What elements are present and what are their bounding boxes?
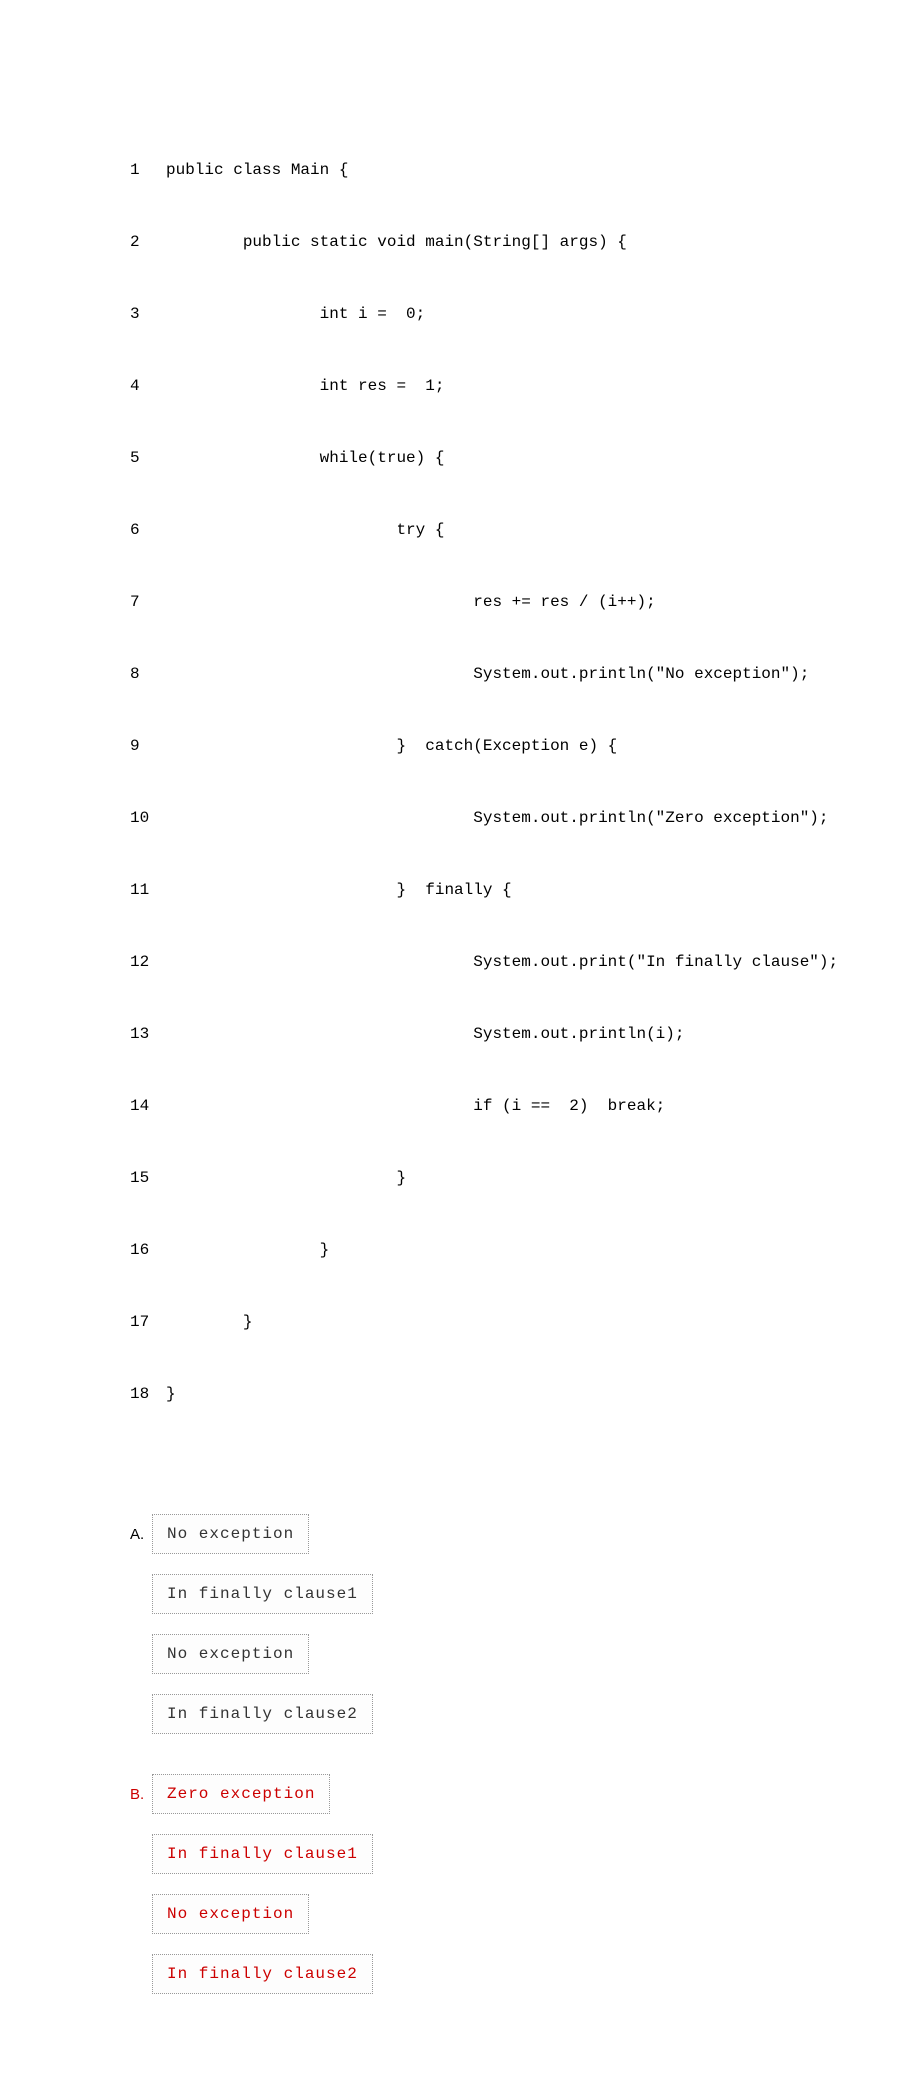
line-number: 6 (130, 518, 166, 542)
code-line: 11 } finally { (130, 878, 790, 902)
code-line: 3 int i = 0; (130, 302, 790, 326)
option-b-label: B. (130, 1786, 150, 1803)
code-text: res += res / (i++); (166, 590, 656, 614)
code-line: 6 try { (130, 518, 790, 542)
code-line: 16 } (130, 1238, 790, 1262)
code-text: System.out.print("In finally clause"); (166, 950, 838, 974)
code-line: 5 while(true) { (130, 446, 790, 470)
code-line: 9 } catch(Exception e) { (130, 734, 790, 758)
line-number: 1 (130, 158, 166, 182)
line-number: 8 (130, 662, 166, 686)
option-a-line-2: In finally clause1 (152, 1574, 373, 1614)
line-number: 10 (130, 806, 166, 830)
line-number: 15 (130, 1166, 166, 1190)
code-text: public static void main(String[] args) { (166, 230, 627, 254)
line-number: 2 (130, 230, 166, 254)
code-text: } (166, 1310, 252, 1334)
line-number: 4 (130, 374, 166, 398)
option-b: B. Zero exception In finally clause1 No … (130, 1774, 790, 1994)
code-text: if (i == 2) break; (166, 1094, 665, 1118)
code-line: 8 System.out.println("No exception"); (130, 662, 790, 686)
line-number: 5 (130, 446, 166, 470)
code-text: } (166, 1238, 329, 1262)
line-number: 17 (130, 1310, 166, 1334)
code-text: try { (166, 518, 444, 542)
option-b-line-3: No exception (152, 1894, 309, 1934)
code-text: int i = 0; (166, 302, 425, 326)
line-number: 18 (130, 1382, 166, 1406)
code-line: 14 if (i == 2) break; (130, 1094, 790, 1118)
line-number: 3 (130, 302, 166, 326)
code-line: 12 System.out.print("In finally clause")… (130, 950, 790, 974)
page: 1public class Main { 2 public static voi… (0, 0, 920, 2094)
line-number: 12 (130, 950, 166, 974)
code-text: System.out.println("Zero exception"); (166, 806, 829, 830)
code-line: 15 } (130, 1166, 790, 1190)
code-text: while(true) { (166, 446, 444, 470)
option-a-line-3: No exception (152, 1634, 309, 1674)
line-number: 14 (130, 1094, 166, 1118)
code-text: } (166, 1382, 176, 1406)
line-number: 11 (130, 878, 166, 902)
code-text: System.out.println("No exception"); (166, 662, 809, 686)
code-block: 1public class Main { 2 public static voi… (130, 110, 790, 1454)
code-line: 10 System.out.println("Zero exception"); (130, 806, 790, 830)
code-text: } (166, 1166, 406, 1190)
line-number: 9 (130, 734, 166, 758)
code-line: 17 } (130, 1310, 790, 1334)
line-number: 13 (130, 1022, 166, 1046)
option-a-label: A. (130, 1526, 150, 1543)
option-b-line-4: In finally clause2 (152, 1954, 373, 1994)
option-b-line-2: In finally clause1 (152, 1834, 373, 1874)
code-line: 7 res += res / (i++); (130, 590, 790, 614)
code-text: public class Main { (166, 158, 348, 182)
code-line: 1public class Main { (130, 158, 790, 182)
code-line: 4 int res = 1; (130, 374, 790, 398)
code-text: int res = 1; (166, 374, 444, 398)
code-text: } catch(Exception e) { (166, 734, 617, 758)
code-line: 18} (130, 1382, 790, 1406)
code-line: 2 public static void main(String[] args)… (130, 230, 790, 254)
option-a-line-4: In finally clause2 (152, 1694, 373, 1734)
option-a-line-1: No exception (152, 1514, 309, 1554)
code-line: 13 System.out.println(i); (130, 1022, 790, 1046)
option-b-line-1: Zero exception (152, 1774, 330, 1814)
line-number: 16 (130, 1238, 166, 1262)
code-text: } finally { (166, 878, 512, 902)
option-a: A. No exception In finally clause1 No ex… (130, 1514, 790, 1734)
code-text: System.out.println(i); (166, 1022, 684, 1046)
line-number: 7 (130, 590, 166, 614)
